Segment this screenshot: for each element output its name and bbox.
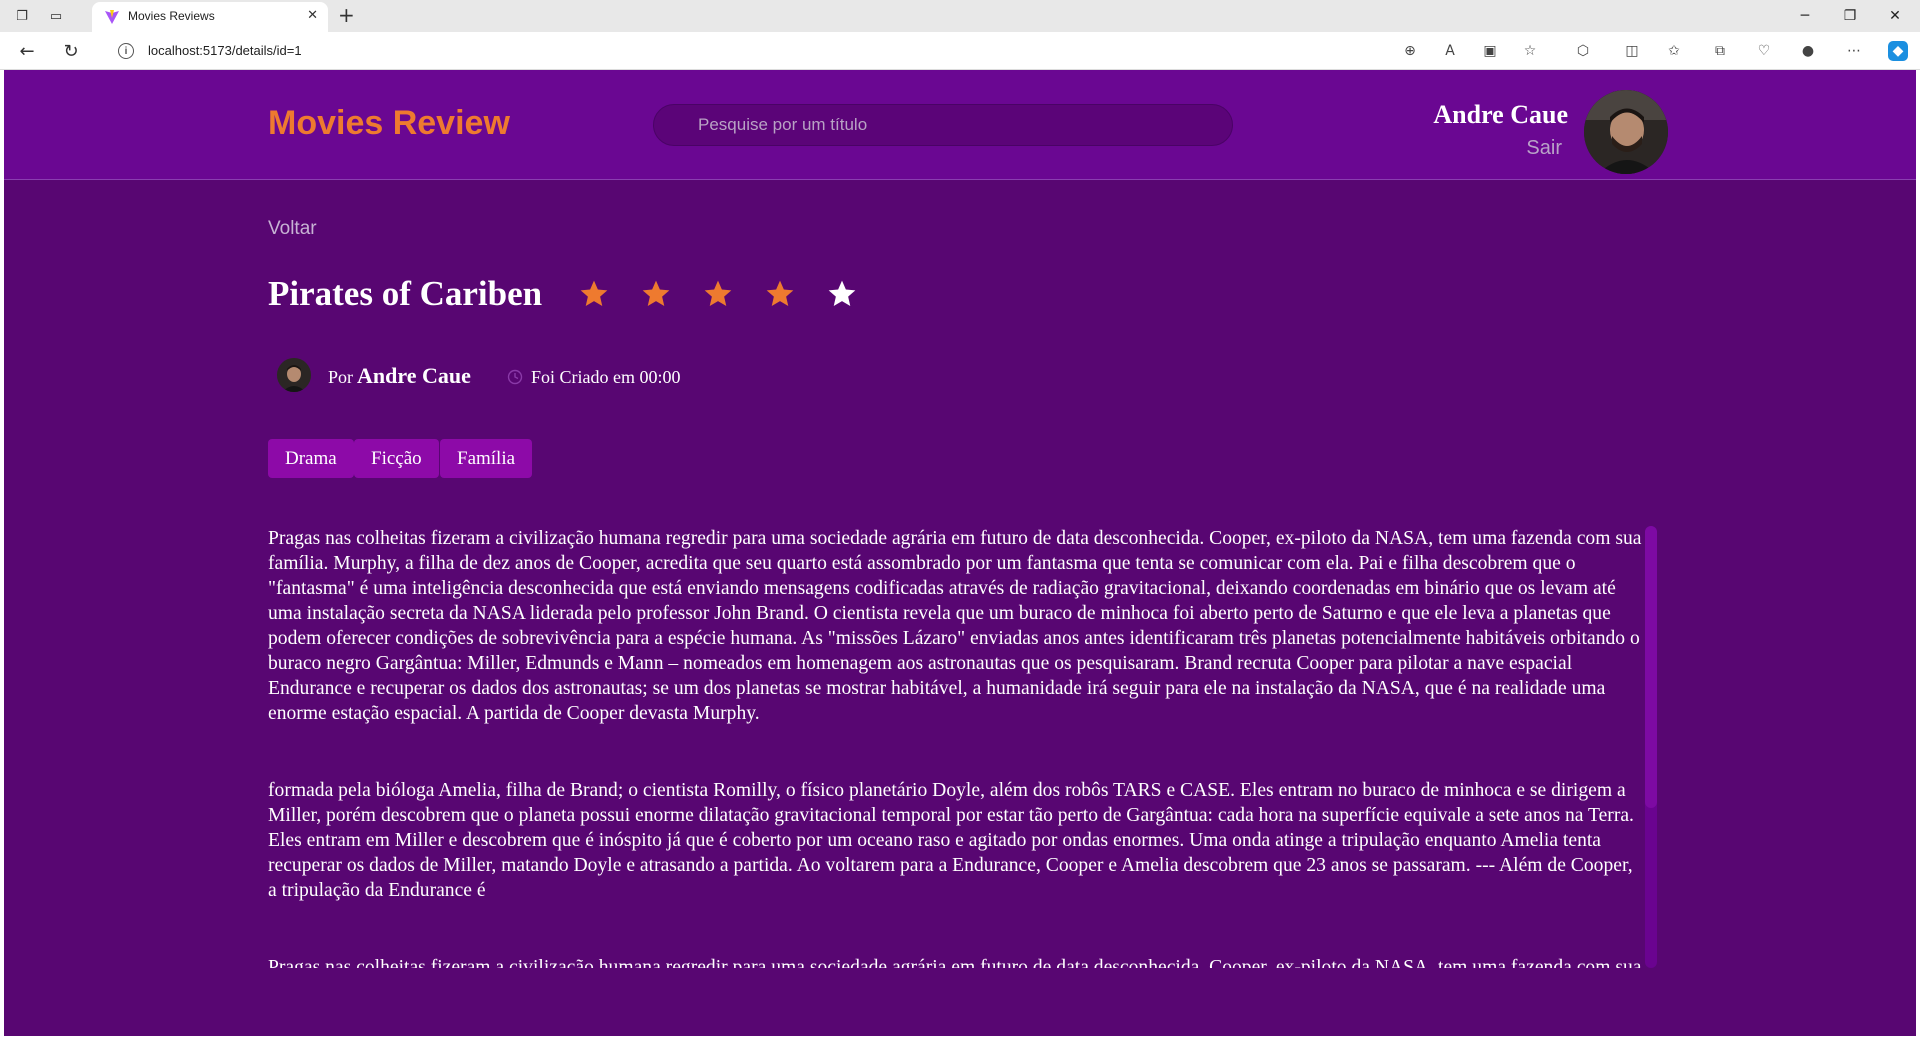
logout-link[interactable]: Sair: [1526, 137, 1562, 160]
review-paragraph: Pragas nas colheitas fizeram a civilizaç…: [268, 957, 1642, 968]
tag-drama[interactable]: Drama: [268, 439, 354, 478]
author-name: Andre Caue: [357, 363, 471, 388]
star-icon[interactable]: [578, 278, 610, 310]
review-meta: Por Andre Caue Foi Criado em 00:00: [277, 358, 877, 394]
author-avatar: [277, 358, 311, 392]
browser-toolbar: ← ↻ i localhost:5173/details/id=1 ⊕ A ▣ …: [0, 32, 1920, 70]
favorite-star-icon[interactable]: ☆: [1520, 41, 1540, 61]
tag-ficcao[interactable]: Ficção: [354, 439, 439, 478]
browser-essentials-icon[interactable]: ♡: [1754, 41, 1774, 61]
vertical-tabs-icon[interactable]: ▭: [46, 6, 66, 26]
favorites-icon[interactable]: ✩: [1664, 41, 1684, 61]
user-photo-icon: [1584, 90, 1668, 174]
clock-icon: [507, 369, 523, 385]
created-at: Foi Criado em 00:00: [531, 367, 681, 387]
page: Movies Review Andre Caue Sair Voltar Pir…: [4, 70, 1916, 1036]
review-text: Pragas nas colheitas fizeram a civilizaç…: [268, 526, 1642, 968]
profile-icon[interactable]: ●: [1798, 41, 1818, 61]
workspaces-icon[interactable]: ❐: [12, 6, 32, 26]
scrollbar-thumb[interactable]: [1645, 526, 1657, 808]
review-paragraph: formada pela bióloga Amelia, filha de Br…: [268, 780, 1634, 901]
back-arrow-icon[interactable]: ←: [16, 40, 38, 62]
star-icon[interactable]: [764, 278, 796, 310]
split-screen-icon[interactable]: ◫: [1622, 41, 1642, 61]
user-avatar[interactable]: [1584, 90, 1668, 174]
star-icon[interactable]: [826, 278, 858, 310]
browser-tab-bar: ❐ ▭ Movies Reviews ✕ + ─ ❐ ✕: [0, 0, 1920, 32]
review-body[interactable]: Pragas nas colheitas fizeram a civilizaç…: [268, 526, 1658, 968]
close-window-icon[interactable]: ✕: [1880, 5, 1910, 27]
site-info-icon[interactable]: i: [118, 43, 134, 59]
back-link[interactable]: Voltar: [268, 218, 317, 240]
brand-logo[interactable]: Movies Review: [268, 104, 510, 143]
star-icon[interactable]: [702, 278, 734, 310]
search-input[interactable]: [653, 104, 1233, 146]
more-options-icon[interactable]: ⋯: [1844, 41, 1864, 61]
tag-familia[interactable]: Família: [440, 439, 533, 478]
tab-title: Movies Reviews: [128, 9, 215, 23]
movie-title: Pirates of Cariben: [268, 274, 543, 313]
new-tab-icon[interactable]: +: [338, 4, 355, 26]
address-bar[interactable]: i localhost:5173/details/id=1: [104, 37, 1554, 65]
browser-tab[interactable]: Movies Reviews ✕: [92, 2, 328, 32]
review-paragraph: Pragas nas colheitas fizeram a civilizaç…: [268, 528, 1642, 724]
author-photo-icon: [277, 358, 311, 392]
copilot-icon[interactable]: ◆: [1888, 41, 1908, 61]
read-aloud-icon[interactable]: A: [1440, 41, 1460, 61]
zoom-icon[interactable]: ⊕: [1400, 41, 1420, 61]
star-icon[interactable]: [640, 278, 672, 310]
restore-icon[interactable]: ❐: [1835, 5, 1865, 27]
address-url[interactable]: localhost:5173/details/id=1: [148, 43, 302, 58]
collections-icon[interactable]: ⧉: [1710, 41, 1730, 61]
extensions-icon[interactable]: ⬡: [1573, 41, 1593, 61]
user-name: Andre Caue: [1433, 100, 1568, 129]
refresh-icon[interactable]: ↻: [60, 40, 82, 62]
site-header: Movies Review Andre Caue Sair: [4, 70, 1916, 180]
immersive-reader-icon[interactable]: ▣: [1480, 41, 1500, 61]
vite-logo-icon: [105, 10, 119, 24]
minimize-icon[interactable]: ─: [1790, 5, 1820, 27]
by-label: Por: [328, 367, 354, 387]
close-tab-icon[interactable]: ✕: [307, 8, 318, 23]
review-scrollbar[interactable]: [1645, 526, 1657, 968]
